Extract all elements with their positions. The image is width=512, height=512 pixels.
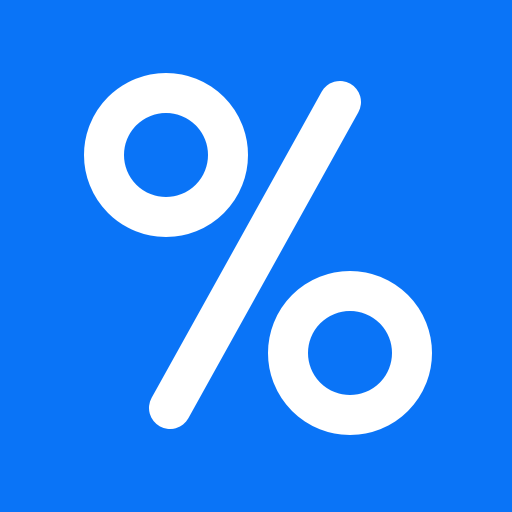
app-icon-tile [0,0,512,512]
percent-icon [0,0,512,512]
